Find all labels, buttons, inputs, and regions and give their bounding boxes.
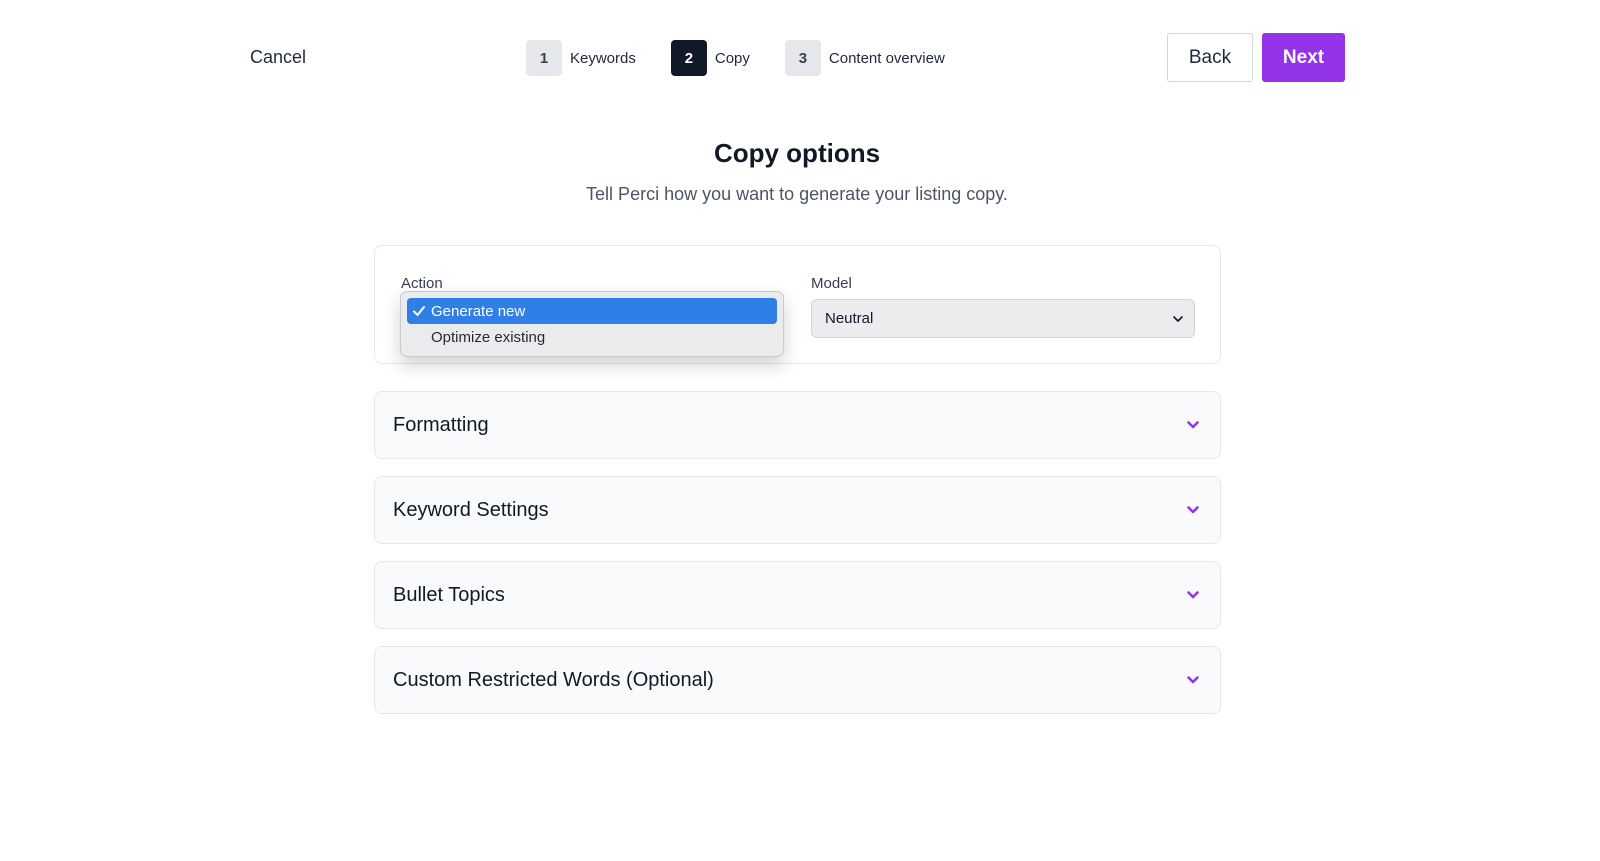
option-label: Optimize existing: [431, 328, 546, 346]
action-option-generate-new[interactable]: Generate new: [407, 298, 777, 324]
accordion-keyword-settings[interactable]: Keyword Settings: [374, 476, 1221, 544]
chevron-down-icon: [1187, 506, 1199, 514]
model-label: Model: [811, 275, 852, 292]
next-button[interactable]: Next: [1262, 33, 1345, 82]
action-label: Action: [401, 275, 443, 292]
step-label: Copy: [714, 49, 750, 67]
accordion-title: Custom Restricted Words (Optional): [393, 669, 714, 691]
cancel-button[interactable]: Cancel: [250, 47, 306, 68]
step-number: 2: [670, 40, 707, 76]
chevron-down-icon: [1187, 591, 1199, 599]
step-keywords[interactable]: 1 Keywords: [526, 40, 636, 76]
step-copy[interactable]: 2 Copy: [670, 40, 750, 76]
accordion-title: Bullet Topics: [393, 584, 505, 606]
model-select-value: Neutral: [825, 310, 874, 327]
action-option-optimize-existing[interactable]: Optimize existing: [407, 324, 777, 350]
chevron-down-icon: [1173, 316, 1183, 322]
accordion-title: Formatting: [393, 414, 489, 436]
model-select[interactable]: Neutral: [811, 299, 1195, 338]
page-subtitle: Tell Perci how you want to generate your…: [586, 184, 1008, 204]
page-title: Copy options: [713, 138, 881, 168]
step-content-overview[interactable]: 3 Content overview: [784, 40, 945, 76]
option-label: Generate new: [431, 302, 526, 320]
accordion-formatting[interactable]: Formatting: [374, 391, 1221, 459]
check-icon: [413, 306, 425, 316]
back-button[interactable]: Back: [1167, 33, 1253, 82]
stepper: 1 Keywords 2 Copy 3 Content overview: [526, 40, 980, 76]
step-number: 1: [526, 40, 562, 76]
chevron-down-icon: [1187, 421, 1199, 429]
step-number: 3: [784, 40, 821, 76]
step-label: Keywords: [570, 49, 636, 67]
step-label: Content overview: [828, 49, 945, 67]
accordion-custom-restricted-words[interactable]: Custom Restricted Words (Optional): [374, 646, 1221, 714]
action-dropdown-menu: Generate new Optimize existing: [400, 291, 784, 357]
accordion-bullet-topics[interactable]: Bullet Topics: [374, 561, 1221, 629]
accordion-title: Keyword Settings: [393, 499, 549, 521]
chevron-down-icon: [1187, 676, 1199, 684]
